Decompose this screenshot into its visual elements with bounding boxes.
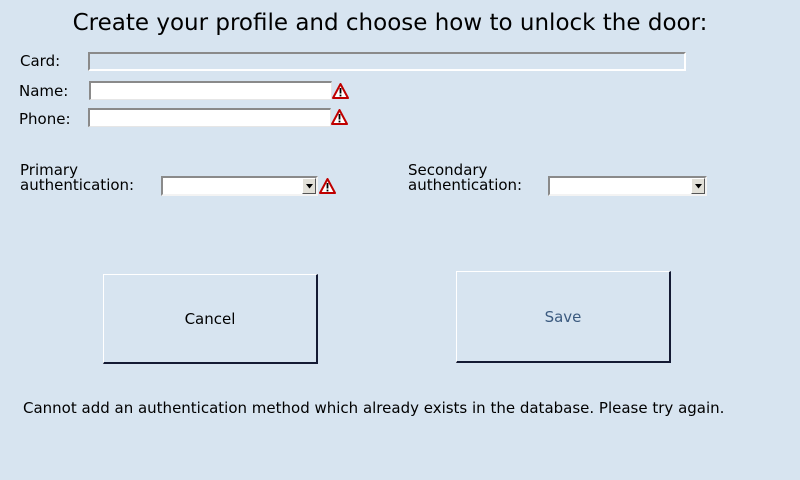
name-label: Name: — [19, 82, 69, 100]
name-field[interactable] — [89, 81, 332, 100]
save-button[interactable]: Save — [456, 271, 671, 363]
phone-label: Phone: — [19, 110, 71, 128]
chevron-down-icon[interactable] — [302, 178, 316, 194]
primary-auth-label-line2: authentication: — [20, 176, 135, 194]
secondary-auth-label-line2: authentication: — [408, 176, 523, 194]
phone-warning-icon — [331, 109, 348, 125]
page-title: Create your profile and choose how to un… — [72, 10, 708, 36]
error-message: Cannot add an authentication method whic… — [23, 399, 725, 417]
primary-auth-warning-icon — [319, 178, 336, 194]
primary-auth-select[interactable] — [161, 176, 318, 196]
phone-field[interactable] — [88, 108, 331, 127]
profile-screen: Create your profile and choose how to un… — [0, 0, 800, 480]
card-label: Card: — [20, 52, 61, 70]
secondary-auth-select[interactable] — [548, 176, 707, 196]
name-warning-icon — [332, 83, 349, 99]
chevron-down-icon[interactable] — [691, 178, 705, 194]
card-field[interactable] — [88, 52, 686, 71]
cancel-button[interactable]: Cancel — [103, 274, 318, 364]
